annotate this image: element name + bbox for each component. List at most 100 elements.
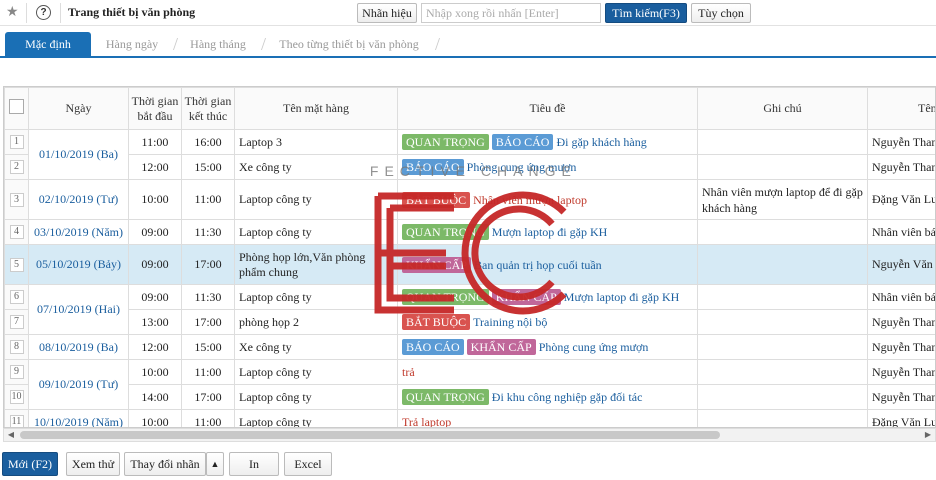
title-cell[interactable]: QUAN TRỌNG Mượn laptop đi gặp KH <box>397 219 698 245</box>
date-cell[interactable]: 01/10/2019 (Ba) <box>28 129 129 180</box>
date-cell[interactable]: 03/10/2019 (Năm) <box>28 219 129 245</box>
change-label-button[interactable]: Thay đổi nhãn <box>124 452 206 476</box>
preview-button[interactable]: Xem thử <box>66 452 120 476</box>
horizontal-scrollbar[interactable]: ◀ ▶ <box>3 428 936 442</box>
column-header-date[interactable]: Ngày <box>28 87 129 130</box>
bottom-toolbar: Mới (F2) Xem thử Thay đổi nhãn ▲ In Exce… <box>0 448 936 480</box>
title-link[interactable]: Phòng cung ứng mượn <box>467 160 577 174</box>
row-number[interactable]: 4 <box>4 219 29 245</box>
table-row[interactable]: 1 01/10/2019 (Ba) 11:00 16:00 Laptop 3 Q… <box>4 129 935 180</box>
title-link[interactable]: Mượn laptop đi gặp KH <box>564 290 680 304</box>
row-number[interactable]: 3 <box>4 179 29 220</box>
title-cell[interactable]: KHẨN CẤP Ban quản trị họp cuối tuần <box>397 244 698 285</box>
date-cell[interactable]: 02/10/2019 (Tư) <box>28 179 129 220</box>
table-row[interactable]: 9 09/10/2019 (Tư) 10:00 11:00 Laptop côn… <box>4 359 935 410</box>
date-cell[interactable]: 05/10/2019 (Bảy) <box>28 244 129 285</box>
table-row[interactable]: 6 07/10/2019 (Hai) 09:00 11:30 Laptop cô… <box>4 284 935 335</box>
badge-important: QUAN TRỌNG <box>402 134 489 150</box>
start-time: 12:00 <box>128 334 182 360</box>
item-name: Laptop 3 <box>234 129 398 155</box>
title-cell[interactable]: QUAN TRỌNG BÁO CÁO Đi gặp khách hàng <box>397 129 698 155</box>
date-cell[interactable]: 07/10/2019 (Hai) <box>28 284 129 335</box>
options-button[interactable]: Tùy chọn <box>691 3 751 23</box>
name-cell: Nguyễn Văn A <box>867 244 935 285</box>
item-name: Laptop công ty <box>234 409 398 427</box>
booking-table: Ngày Thời gian bắt đầu Thời gian kết thú… <box>3 86 936 428</box>
tab-label: Hàng tháng <box>190 37 246 51</box>
column-header-name[interactable]: Tên n <box>867 87 935 130</box>
title-link[interactable]: Training nội bộ <box>473 315 547 329</box>
start-time: 14:00 <box>128 384 182 410</box>
select-all-checkbox[interactable] <box>9 99 24 114</box>
search-button[interactable]: Tìm kiếm(F3) <box>605 3 687 23</box>
scroll-left-icon[interactable]: ◀ <box>4 429 18 441</box>
row-number[interactable]: 7 <box>4 309 29 335</box>
title-cell[interactable]: BẮT BUỘC Training nội bộ <box>397 309 698 335</box>
row-number[interactable]: 6 <box>4 284 29 310</box>
title-link[interactable]: Mượn laptop đi gặp KH <box>492 225 608 239</box>
tab-label: Hàng ngày <box>105 37 159 51</box>
title-cell[interactable]: BÁO CÁO KHẨN CẤP Phòng cung ứng mượn <box>397 334 698 360</box>
item-name: Xe công ty <box>234 154 398 180</box>
row-number[interactable]: 9 <box>4 359 29 385</box>
label-button[interactable]: Nhãn hiệu <box>357 3 417 23</box>
name-cell: Nguyễn Thanh <box>867 129 935 155</box>
title-cell[interactable]: QUAN TRỌNG KHẨN CẤP Mượn laptop đi gặp KH <box>397 284 698 310</box>
star-icon[interactable]: ★ <box>6 4 19 21</box>
print-button[interactable]: In <box>229 452 279 476</box>
row-number[interactable]: 11 <box>4 409 29 427</box>
date-cell[interactable]: 09/10/2019 (Tư) <box>28 359 129 410</box>
title-link[interactable]: trả <box>402 365 415 379</box>
end-time: 11:00 <box>181 179 235 220</box>
excel-button[interactable]: Excel <box>284 452 332 476</box>
scroll-right-icon[interactable]: ▶ <box>921 429 935 441</box>
date-cell[interactable]: 08/10/2019 (Ba) <box>28 334 129 360</box>
tab-by-equipment[interactable]: Theo từng thiết bị văn phòng / <box>264 32 440 56</box>
row-number[interactable]: 8 <box>4 334 29 360</box>
table-row[interactable]: 2 12:00 15:00 Xe công ty BÁO CÁO Phòng cu… <box>4 154 935 180</box>
table-row[interactable]: 5 05/10/2019 (Bảy) 09:00 17:00 Phòng họp… <box>4 244 935 285</box>
row-number[interactable]: 2 <box>4 154 29 180</box>
row-number[interactable]: 5 <box>4 244 29 285</box>
table-row[interactable]: 11 10/10/2019 (Năm) 10:00 11:00 Laptop c… <box>4 409 935 428</box>
title-cell[interactable]: QUAN TRỌNG Đi khu công nghiệp gặp đối tác <box>397 384 698 410</box>
badge-mandatory: BẮT BUỘC <box>402 314 471 330</box>
title-link[interactable]: Phòng cung ứng mượn <box>539 340 649 354</box>
title-link[interactable]: Đi gặp khách hàng <box>556 135 646 149</box>
title-link[interactable]: Đi khu công nghiệp gặp đối tác <box>492 390 643 404</box>
column-header-end[interactable]: Thời gian kết thúc <box>181 87 235 130</box>
tab-default[interactable]: Mặc định <box>5 32 91 56</box>
table-row[interactable]: 8 08/10/2019 (Ba) 12:00 15:00 Xe công ty… <box>4 334 935 360</box>
change-label-dropdown-icon[interactable]: ▲ <box>206 452 224 476</box>
date-cell[interactable]: 10/10/2019 (Năm) <box>28 409 129 427</box>
title-link[interactable]: Trả laptop <box>402 415 451 428</box>
row-number[interactable]: 10 <box>4 384 29 410</box>
top-toolbar: ★ ? Trang thiết bị văn phòng Nhãn hiệu T… <box>0 0 936 26</box>
column-header-title[interactable]: Tiêu đề <box>397 87 698 130</box>
table-row[interactable]: 4 03/10/2019 (Năm) 09:00 11:30 Laptop cô… <box>4 219 935 245</box>
title-cell[interactable]: BÁO CÁO Phòng cung ứng mượn <box>397 154 698 180</box>
tab-monthly[interactable]: Hàng tháng / <box>176 32 266 56</box>
new-button[interactable]: Mới (F2) <box>2 452 58 476</box>
title-link[interactable]: Ban quản trị họp cuối tuần <box>474 258 602 272</box>
end-time: 17:00 <box>181 309 235 335</box>
note-cell <box>697 154 868 180</box>
search-input[interactable] <box>421 3 601 23</box>
table-row[interactable]: 7 13:00 17:00 phòng họp 2 BẮT BUỘC Traini… <box>4 309 935 335</box>
column-header-note[interactable]: Ghi chú <box>697 87 868 130</box>
table-row[interactable]: 10 14:00 17:00 Laptop công ty QUAN TRỌNG… <box>4 384 935 410</box>
row-number[interactable]: 1 <box>4 129 29 155</box>
scrollbar-thumb[interactable] <box>20 431 720 439</box>
title-cell[interactable]: BẮT BUỘC Nhân viên mượn laptop <box>397 179 698 220</box>
tab-daily[interactable]: Hàng ngày / <box>92 32 178 56</box>
title-cell[interactable]: trả <box>397 359 698 385</box>
help-icon[interactable]: ? <box>36 5 51 20</box>
title-link[interactable]: Nhân viên mượn laptop <box>473 193 587 207</box>
start-time: 10:00 <box>128 359 182 385</box>
table-row[interactable]: 3 02/10/2019 (Tư) 10:00 11:00 Laptop côn… <box>4 179 935 220</box>
title-cell[interactable]: Trả laptop <box>397 409 698 428</box>
select-all-cell[interactable] <box>4 87 29 130</box>
column-header-item[interactable]: Tên mặt hàng <box>234 87 398 130</box>
column-header-start[interactable]: Thời gian bắt đầu <box>128 87 182 130</box>
start-time: 10:00 <box>128 179 182 220</box>
